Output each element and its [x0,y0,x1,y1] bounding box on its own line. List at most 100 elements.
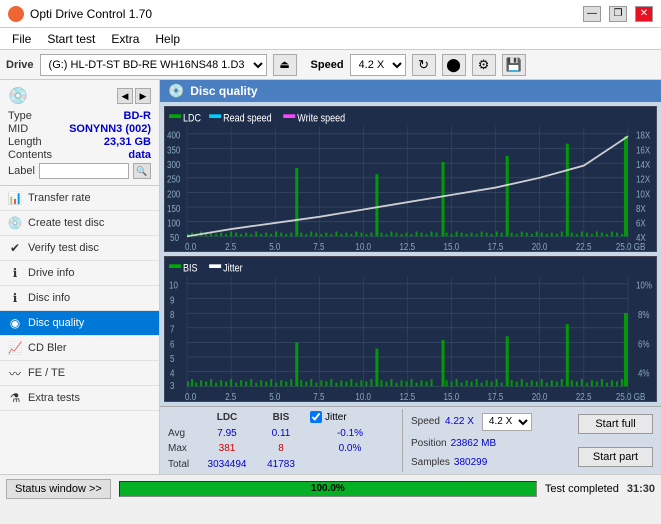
menu-help[interactable]: Help [147,30,188,48]
position-label: Position [411,438,447,449]
svg-text:12X: 12X [636,174,650,185]
bis-chart-svg: BIS Jitter 10 9 8 7 6 5 4 3 10% 8% 6% [165,257,656,401]
transfer-rate-icon: 📊 [8,191,22,205]
position-row: Position 23862 MB [411,438,532,449]
svg-text:50: 50 [170,232,179,243]
svg-text:18X: 18X [636,130,650,141]
samples-row: Samples 380299 [411,457,532,468]
svg-text:7: 7 [170,324,174,335]
sidebar-item-verify-test-disc[interactable]: ✔ Verify test disc [0,236,159,261]
avg-jitter: -0.1% [310,428,390,439]
sidebar-item-disc-quality[interactable]: ◉ Disc quality [0,311,159,336]
samples-value: 380299 [454,457,487,468]
stats-total-row: Total 3034494 41783 [168,459,390,470]
speed-select[interactable]: 4.2 X [350,54,406,76]
minimize-button[interactable]: — [583,6,601,22]
jitter-checkbox[interactable] [310,411,322,423]
sidebar-item-cd-bler[interactable]: 📈 CD Bler [0,336,159,361]
panel-header: 💿 Disc quality [160,80,661,102]
disc-mid-label: MID [8,123,28,135]
sidebar-item-verify-test-disc-label: Verify test disc [28,242,99,254]
svg-text:10: 10 [169,280,178,291]
titlebar-left: Opti Drive Control 1.70 [8,6,152,22]
sidebar-item-disc-quality-label: Disc quality [28,317,84,329]
disc-label-row: Label 🔍 [8,163,151,179]
sidebar-item-drive-info[interactable]: ℹ Drive info [0,261,159,286]
sidebar-item-create-test-disc[interactable]: 💿 Create test disc [0,211,159,236]
disc-type-label: Type [8,110,32,122]
speed-inline-select[interactable]: 4.2 X [482,413,532,431]
svg-text:400: 400 [167,130,180,141]
disc-next-button[interactable]: ▶ [135,88,151,104]
drive-select[interactable]: (G:) HL-DT-ST BD-RE WH16NS48 1.D3 [40,54,267,76]
create-disc-icon: 💿 [8,216,22,230]
progress-bar-fill: 100.0% [120,482,536,496]
sidebar-item-disc-info[interactable]: ℹ Disc info [0,286,159,311]
disc-icon: 💿 [8,86,28,106]
svg-text:22.5: 22.5 [576,391,592,401]
disc-mid-value: SONYNN3 (002) [69,123,151,135]
svg-text:0.0: 0.0 [185,241,196,251]
save-button[interactable]: 💾 [502,54,526,76]
svg-text:9: 9 [170,295,174,306]
svg-text:Read speed: Read speed [223,113,272,125]
menu-extra[interactable]: Extra [103,30,147,48]
stats-bar: LDC BIS Jitter Avg 7.95 0.11 -0.1% Max [160,406,661,474]
svg-text:150: 150 [167,203,180,214]
disc-quality-icon: ◉ [8,316,22,330]
disc-length-row: Length 23,31 GB [8,136,151,148]
verify-disc-icon: ✔ [8,241,22,255]
svg-text:8%: 8% [638,309,650,320]
svg-text:16X: 16X [636,145,650,156]
restore-button[interactable]: ❐ [609,6,627,22]
max-ldc: 381 [202,443,252,454]
drive-info-icon: ℹ [8,266,22,280]
cd-bler-icon: 📈 [8,341,22,355]
sidebar: 💿 ◀ ▶ Type BD-R MID SONYNN3 (002) Length… [0,80,160,474]
speed-pos-section: Speed 4.22 X 4.2 X Position 23862 MB Sam… [402,409,532,472]
disc-length-value: 23,31 GB [104,136,151,148]
disc-info-panel: 💿 ◀ ▶ Type BD-R MID SONYNN3 (002) Length… [0,80,159,186]
sidebar-item-extra-tests[interactable]: ⚗ Extra tests [0,386,159,411]
disc-label-btn[interactable]: 🔍 [133,163,151,179]
disc-nav-arrows: ◀ ▶ [117,88,151,104]
start-part-button[interactable]: Start part [578,447,653,467]
status-window-button[interactable]: Status window >> [6,479,111,499]
svg-text:8X: 8X [636,203,646,214]
svg-text:12.5: 12.5 [399,241,415,251]
position-value: 23862 MB [451,438,497,449]
svg-text:Jitter: Jitter [223,263,243,275]
ldc-chart-svg: LDC Read speed Write speed 400 350 300 2… [165,107,656,251]
total-bis: 41783 [256,459,306,470]
titlebar-title: Opti Drive Control 1.70 [30,7,152,21]
eject-button[interactable]: ⏏ [273,54,297,76]
action-buttons: Start full Start part [578,409,653,472]
sidebar-item-fe-te[interactable]: 〰 FE / TE [0,361,159,386]
start-full-button[interactable]: Start full [578,414,653,434]
svg-text:2.5: 2.5 [225,241,236,251]
svg-text:17.5: 17.5 [488,391,504,401]
svg-text:100: 100 [167,218,180,229]
disc-type-value: BD-R [124,110,152,122]
close-button[interactable]: ✕ [635,6,653,22]
svg-text:12.5: 12.5 [399,391,415,401]
drive-label: Drive [6,59,34,71]
content-area: 💿 Disc quality LDC Read speed Write [160,80,661,474]
svg-text:20.0: 20.0 [532,241,548,251]
disc-label-input[interactable] [39,163,129,179]
sidebar-item-disc-info-label: Disc info [28,292,70,304]
svg-text:5.0: 5.0 [269,391,280,401]
settings-button[interactable]: ⚙ [472,54,496,76]
menu-start-test[interactable]: Start test [39,30,103,48]
svg-text:4: 4 [170,368,174,379]
statusbar: Status window >> 100.0% Test completed 3… [0,474,661,502]
record-button[interactable]: ⬤ [442,54,466,76]
menu-file[interactable]: File [4,30,39,48]
svg-text:350: 350 [167,145,180,156]
svg-text:0.0: 0.0 [185,391,196,401]
svg-text:10.0: 10.0 [355,391,371,401]
refresh-button[interactable]: ↻ [412,54,436,76]
sidebar-item-transfer-rate[interactable]: 📊 Transfer rate [0,186,159,211]
svg-text:200: 200 [167,189,180,200]
disc-prev-button[interactable]: ◀ [117,88,133,104]
